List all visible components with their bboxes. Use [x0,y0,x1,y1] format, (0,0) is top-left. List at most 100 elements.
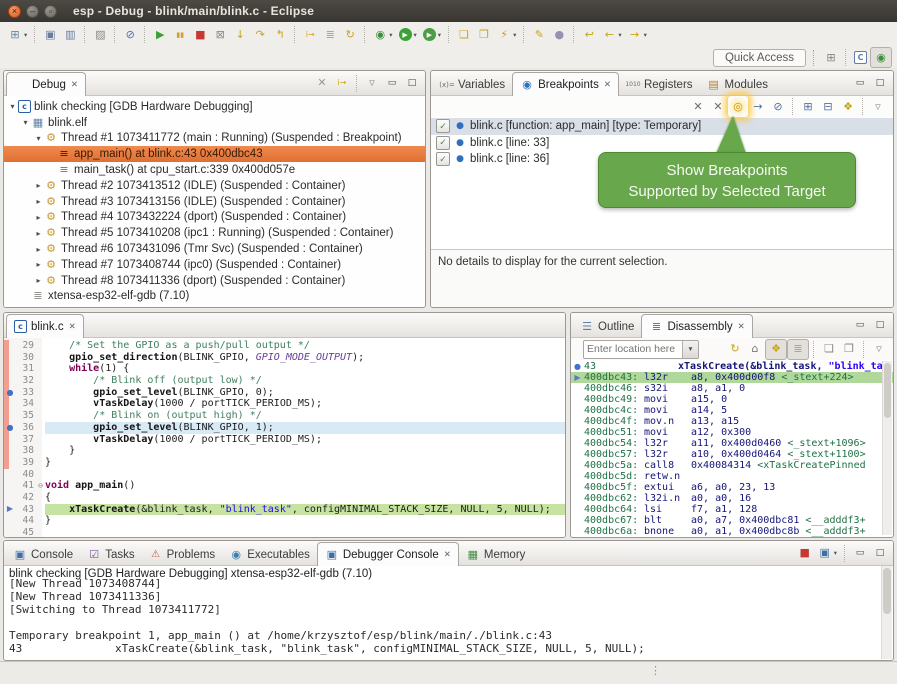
collapse-all-button[interactable]: ⊟ [818,96,838,117]
new-view-button[interactable]: ❏ [819,339,839,360]
code-line[interactable]: void app_main() [45,480,565,492]
new-wizard-button[interactable]: ⊞▾ [5,24,30,45]
minimize-view-button[interactable]: ▭ [850,543,870,564]
suspend-button[interactable]: ▮▮ [170,24,190,45]
refresh-button[interactable]: ↻ [725,339,745,360]
code-line[interactable]: vTaskDelay(1000 / portTICK_PERIOD_MS); [45,398,565,410]
debug-tree-row[interactable]: ▸⚙Thread #5 1073410208 (ipc1 : Running) … [4,225,425,241]
close-tab-icon[interactable]: ✕ [604,79,611,90]
tab-tasks[interactable]: ☑Tasks [80,544,141,565]
dropdown-arrow-icon[interactable]: ▾ [389,31,392,39]
flash-button[interactable]: ⚡▾ [494,24,519,45]
sync-selection-button[interactable]: ❖ [765,339,787,360]
dropdown-arrow-icon[interactable]: ▾ [24,31,27,39]
disasm-line[interactable]: 400dbc5a:call80x40084314 <xTaskCreatePin… [571,460,893,471]
debug-tree-row[interactable]: ▾⚙Thread #1 1073411772 (main : Running) … [4,131,425,147]
code-line[interactable]: xTaskCreate(&blink_task, "blink_task", c… [45,504,565,516]
view-menu-button[interactable]: ▽ [868,96,888,117]
debug-perspective-button[interactable]: ◉ [870,47,892,68]
restart-button[interactable]: ↻ [340,24,360,45]
view-menu-button[interactable]: ▽ [869,339,889,360]
disasm-source-line[interactable]: ●43xTaskCreate(&blink_task, "blink_tas [571,361,893,372]
location-input[interactable] [584,342,682,357]
open-element-button[interactable]: ❏ [454,24,474,45]
code-line[interactable]: } [45,515,565,527]
disasm-line[interactable]: ▶400dbc43:l32ra8, 0x400d00f8 <_stext+224… [571,372,893,383]
disasm-line[interactable]: 400dbc4f:mov.na13, a15 [571,416,893,427]
code-editor[interactable]: 29 /* Set the GPIO as a push/pull output… [4,338,565,537]
tab-debug[interactable]: Debug✕ [6,72,86,96]
maximize-view-button[interactable]: □ [870,315,890,336]
tab-variables[interactable]: (x)=Variables [433,74,512,95]
collapsed-arrow-icon[interactable]: ▸ [33,197,44,206]
quick-access-button[interactable]: Quick Access [713,49,806,67]
view-menu-button[interactable]: ▽ [362,73,382,94]
collapsed-arrow-icon[interactable]: ▸ [33,229,44,238]
debug-tree-row[interactable]: ≣xtensa-esp32-elf-gdb (7.10) [4,289,425,305]
minimize-view-button[interactable]: ▭ [382,73,402,94]
maximize-view-button[interactable]: □ [870,73,890,94]
expanded-arrow-icon[interactable]: ▾ [20,118,31,127]
disasm-line[interactable]: 400dbc54:l32ra11, 0x400d0460 <_stext+109… [571,438,893,449]
breakpoint-marker[interactable]: ● [4,422,16,434]
debug-button[interactable]: ◉▾ [370,24,395,45]
close-tab-icon[interactable]: ✕ [69,321,76,332]
group-breakpoints-button[interactable]: ❖ [838,96,858,117]
step-return-button[interactable]: ↰ [270,24,290,45]
current-line-marker[interactable]: ▶ [4,504,16,516]
show-source-button[interactable]: ≣ [787,339,809,360]
code-line[interactable]: /* Blink off (output low) */ [45,375,565,387]
open-resource-button[interactable]: ❐ [474,24,494,45]
remove-breakpoint-button[interactable]: ✕ [688,96,708,117]
disasm-line[interactable]: 400dbc64:lsif7, a1, 128 [571,504,893,515]
breakpoint-checkbox[interactable]: ✓ [436,119,450,133]
debug-tree-row[interactable]: ▾cblink checking [GDB Hardware Debugging… [4,99,425,115]
combo-dropdown-icon[interactable]: ▼ [682,341,698,358]
save-button[interactable]: ▣ [40,24,60,45]
tab-console[interactable]: ▣Console [6,544,80,565]
breakpoint-checkbox[interactable]: ✓ [436,152,450,166]
run-button[interactable]: ▶▾ [396,24,420,45]
disassembly-scrollbar[interactable] [882,361,892,535]
close-tab-icon[interactable]: ✕ [71,79,78,90]
dropdown-arrow-icon[interactable]: ▾ [618,31,621,39]
home-button[interactable]: ⌂ [745,339,765,360]
minimize-view-button[interactable]: ▭ [850,73,870,94]
remove-all-breakpoints-button[interactable]: ✕ [708,96,728,117]
tab-executables[interactable]: ◉Executables [222,544,317,565]
console-scrollbar[interactable] [881,566,892,659]
code-line[interactable]: while(1) { [45,363,565,375]
code-line[interactable]: gpio_set_level(BLINK_GPIO, 1); [45,422,565,434]
debug-tree-row[interactable]: ▾▦blink.elf [4,115,425,131]
disasm-line[interactable]: 400dbc57:l32ra10, 0x400d0464 <_stext+110… [571,449,893,460]
instruction-stepping-button[interactable]: i→ [300,24,320,45]
show-supported-breakpoints-button[interactable]: ◎ [728,96,748,117]
expanded-arrow-icon[interactable]: ▾ [7,102,18,111]
display-console-button[interactable]: ▣▾ [815,543,840,564]
disasm-line[interactable]: 400dbc46:s32ia8, a1, 0 [571,383,893,394]
last-edit-location-button[interactable]: ↩ [579,24,599,45]
disasm-line[interactable]: 400dbc5d:retw.n [571,471,893,482]
disasm-line[interactable]: 400dbc51:movia12, 0x300 [571,427,893,438]
tab-problems[interactable]: ⚠Problems [142,544,223,565]
expand-all-button[interactable]: ⊞ [798,96,818,117]
step-into-button[interactable]: ↓ [230,24,250,45]
code-line[interactable] [45,469,565,481]
statusbar-drag-handle[interactable]: ⋮ [650,664,661,677]
breakpoint-row[interactable]: ✓●blink.c [function: app_main] [type: Te… [431,118,893,135]
code-line[interactable]: /* Blink on (output high) */ [45,410,565,422]
close-tab-icon[interactable]: ✕ [738,321,745,332]
debug-tree-row[interactable]: ≡main_task() at cpu_start.c:339 0x400d05… [4,162,425,178]
collapsed-arrow-icon[interactable]: ▸ [33,245,44,254]
disasm-line[interactable]: 400dbc49:movia15, 0 [571,394,893,405]
console-output[interactable]: [New Thread 1073408744][New Thread 10734… [4,577,893,660]
breakpoint-row[interactable]: ✓●blink.c [line: 33] [431,135,893,152]
debug-tree-row[interactable]: ▸⚙Thread #8 1073411336 (dport) (Suspende… [4,273,425,289]
code-line[interactable]: { [45,492,565,504]
window-close-button[interactable]: × [8,5,21,18]
window-maximize-button[interactable]: ▫ [44,5,57,18]
code-line[interactable]: /* Set the GPIO as a push/pull output */ [45,340,565,352]
maximize-view-button[interactable]: □ [870,543,890,564]
step-filters-button[interactable]: ≣ [320,24,340,45]
dropdown-arrow-icon[interactable]: ▾ [834,549,837,557]
